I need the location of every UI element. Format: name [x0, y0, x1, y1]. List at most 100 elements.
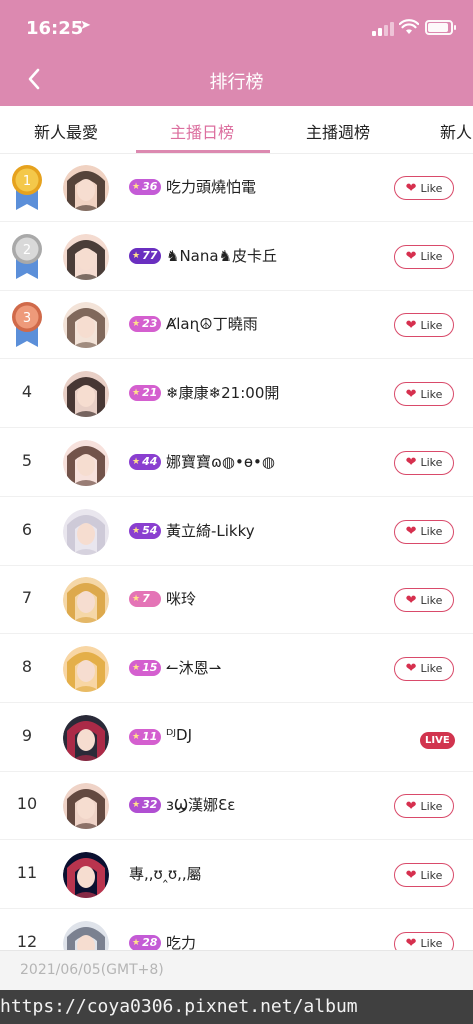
avatar[interactable] — [63, 439, 109, 486]
like-button[interactable]: ❤ Like — [394, 313, 454, 338]
rank-number: 11 — [16, 863, 38, 882]
like-label: Like — [420, 799, 443, 813]
ranking-row[interactable]: 9 ★ 11 ᴰᴶDJ LIVE — [0, 704, 473, 772]
host-name[interactable]: ↼沐恩⇀ — [166, 657, 221, 678]
level-badge: ★ 36 — [129, 179, 162, 195]
svg-text:1: 1 — [23, 174, 31, 189]
silver-medal-icon: 2 — [12, 233, 42, 279]
ranking-row[interactable]: 1 ★ 36 吃力頭燒怕電 ❤ Like — [0, 154, 473, 222]
status-time: 16:25 — [26, 18, 84, 39]
tab-host-daily[interactable]: 主播日榜 — [170, 119, 234, 143]
ranking-row[interactable]: 11 專,,ʊ‸ʊ,,屬 ❤ Like — [0, 841, 473, 909]
avatar[interactable] — [63, 714, 109, 761]
avatar[interactable] — [63, 852, 109, 898]
ranking-list[interactable]: 1 ★ 36 吃力頭燒怕電 ❤ Like 2 ★ 77 ♞Nana♞皮卡丘 ❤ Like 3 ★ 23 Ⱥla… — [0, 154, 473, 950]
like-button[interactable]: ❤ Like — [394, 931, 454, 950]
like-label: Like — [420, 181, 443, 195]
like-label: Like — [420, 937, 443, 950]
avatar[interactable] — [63, 302, 109, 349]
watermark-text: https://coya0306.pixnet.net/album — [0, 996, 358, 1017]
level-number: 23 — [142, 317, 158, 331]
location-arrow-icon: ➤ — [80, 18, 91, 33]
heart-icon: ❤ — [405, 524, 417, 539]
rank-number: 9 — [21, 725, 33, 745]
star-icon: ★ — [132, 388, 141, 399]
host-name[interactable]: ♞Nana♞皮卡丘 — [166, 245, 277, 266]
host-name[interactable]: 吃力 — [166, 932, 196, 950]
heart-icon: ❤ — [405, 798, 417, 814]
like-button[interactable]: ❤ Like — [394, 656, 454, 681]
heart-icon: ❤ — [405, 936, 417, 950]
ranking-row[interactable]: 7 ★ 7 咪玲 ❤ Like — [0, 566, 473, 635]
tab-newcomer[interactable]: 新人 — [440, 119, 472, 143]
like-button[interactable]: ❤ Like — [394, 863, 454, 887]
star-icon: ★ — [132, 731, 141, 742]
bronze-medal-icon: 3 — [12, 302, 42, 348]
like-label: Like — [420, 456, 443, 470]
like-label: Like — [420, 387, 443, 401]
like-button[interactable]: ❤ Like — [394, 794, 454, 819]
rank-number: 5 — [21, 450, 33, 470]
tab-host-weekly[interactable]: 主播週榜 — [306, 119, 370, 143]
avatar[interactable] — [63, 165, 109, 211]
heart-icon: ❤ — [405, 317, 417, 333]
level-number: 21 — [142, 386, 158, 400]
avatar[interactable] — [63, 577, 109, 624]
host-name[interactable]: ❄康康❄21:00開 — [166, 382, 279, 403]
avatar[interactable] — [63, 508, 109, 555]
like-label: Like — [420, 593, 443, 607]
like-button[interactable]: ❤ Like — [394, 176, 454, 200]
svg-text:3: 3 — [23, 311, 31, 326]
avatar[interactable] — [63, 233, 109, 280]
host-name[interactable]: 娜寶寶ɷ◍•ɵ•◍ — [166, 451, 275, 472]
level-number: 11 — [142, 729, 158, 743]
like-button[interactable]: ❤ Like — [394, 588, 454, 613]
level-number: 44 — [142, 454, 158, 468]
like-button[interactable]: ❤ Like — [394, 519, 454, 544]
level-number: 28 — [142, 935, 158, 949]
level-badge: ★ 44 — [129, 453, 162, 470]
live-badge[interactable]: LIVE — [420, 731, 455, 749]
ranking-row[interactable]: 3 ★ 23 Ⱥlaɳ☮丁曉雨 ❤ Like — [0, 291, 473, 360]
host-name[interactable]: Ⱥlaɳ☮丁曉雨 — [166, 313, 258, 334]
ranking-row[interactable]: 10 ★ 32 ɜϢ漢娜Ɛɛ ❤ Like — [0, 772, 473, 841]
star-icon: ★ — [132, 662, 141, 673]
level-badge: ★ 32 — [129, 797, 162, 814]
avatar[interactable] — [63, 920, 109, 950]
star-icon: ★ — [132, 525, 141, 536]
heart-icon: ❤ — [405, 592, 417, 608]
ranking-row[interactable]: 6 ★ 54 黃立綺-Likky ❤ Like — [0, 498, 473, 566]
host-name[interactable]: ɜϢ漢娜Ɛɛ — [166, 794, 235, 815]
level-number: 54 — [142, 523, 158, 537]
watermark-bar: https://coya0306.pixnet.net/album — [0, 990, 473, 1024]
like-label: Like — [420, 868, 443, 882]
ranking-row[interactable]: 8 ★ 15 ↼沐恩⇀ ❤ Like — [0, 635, 473, 703]
host-name[interactable]: 專,,ʊ‸ʊ,,屬 — [129, 863, 202, 884]
tab-newcomer-favorite[interactable]: 新人最愛 — [34, 119, 98, 143]
like-button[interactable]: ❤ Like — [394, 450, 454, 475]
heart-icon: ❤ — [405, 180, 417, 196]
like-button[interactable]: ❤ Like — [394, 382, 454, 407]
ranking-row[interactable]: 12 ★ 28 吃力 ❤ Like — [0, 910, 473, 950]
host-name[interactable]: 黃立綺-Likky — [166, 520, 255, 541]
rank-number: 4 — [21, 382, 33, 402]
avatar[interactable] — [63, 783, 109, 830]
host-name[interactable]: ᴰᴶDJ — [166, 726, 192, 744]
avatar[interactable] — [63, 645, 109, 692]
star-icon: ★ — [132, 937, 141, 948]
active-tab-indicator — [136, 150, 270, 153]
wifi-icon — [399, 19, 419, 34]
host-name[interactable]: 咪玲 — [166, 588, 196, 609]
heart-icon: ❤ — [405, 661, 417, 677]
avatar[interactable] — [63, 371, 109, 418]
star-icon: ★ — [132, 182, 141, 192]
ranking-row[interactable]: 4 ★ 21 ❄康康❄21:00開 ❤ Like — [0, 360, 473, 429]
level-number: 15 — [142, 660, 158, 674]
heart-icon: ❤ — [405, 867, 417, 883]
like-button[interactable]: ❤ Like — [394, 244, 454, 269]
rank-number: 7 — [21, 588, 33, 608]
ranking-row[interactable]: 5 ★ 44 娜寶寶ɷ◍•ɵ•◍ ❤ Like — [0, 429, 473, 497]
battery-icon — [425, 20, 456, 35]
host-name[interactable]: 吃力頭燒怕電 — [166, 176, 256, 197]
ranking-row[interactable]: 2 ★ 77 ♞Nana♞皮卡丘 ❤ Like — [0, 223, 473, 291]
